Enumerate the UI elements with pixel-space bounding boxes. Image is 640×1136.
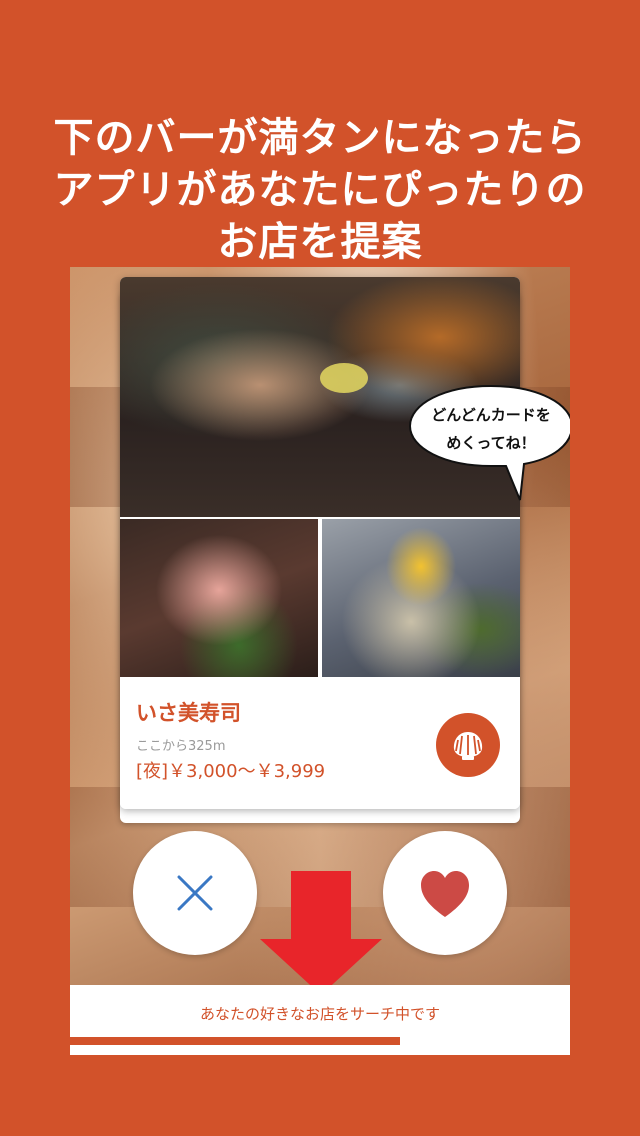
speech-bubble: どんどんカードを めくってね！: [408, 382, 570, 504]
shop-distance: ここから325m: [136, 739, 226, 754]
shop-name: いさ美寿司: [136, 701, 241, 725]
dislike-button[interactable]: [133, 831, 257, 955]
card-stack: いさ美寿司 ここから325m [夜]￥3,000〜￥3,999: [120, 277, 520, 825]
search-progress-fill: [70, 1037, 400, 1045]
headline-line-3: お店を提案: [217, 219, 423, 265]
heart-icon: [421, 871, 469, 917]
bubble-line-1: どんどんカードを: [431, 406, 551, 424]
search-progress-bar: [70, 1037, 570, 1045]
like-button[interactable]: [383, 831, 507, 955]
bubble-line-2: めくってね！: [446, 434, 536, 452]
restaurant-photo-oysters: [322, 519, 520, 677]
shop-price: [夜]￥3,000〜￥3,999: [136, 761, 326, 782]
shell-icon: [436, 713, 500, 777]
restaurant-card[interactable]: いさ美寿司 ここから325m [夜]￥3,000〜￥3,999: [120, 277, 520, 809]
restaurant-info: いさ美寿司 ここから325m [夜]￥3,000〜￥3,999: [120, 677, 520, 809]
search-status-text: あなたの好きなお店をサーチ中です: [199, 1005, 440, 1023]
search-status-bar: あなたの好きなお店をサーチ中です: [70, 985, 570, 1055]
close-icon: [177, 875, 213, 911]
phone-screen: いさ美寿司 ここから325m [夜]￥3,000〜￥3,999 どんどんカードを…: [70, 267, 570, 1055]
down-arrow-icon: [260, 871, 382, 995]
headline-line-2: アプリがあなたにぴったりの: [53, 167, 587, 213]
headline-line-1: 下のバーが満タンになったら: [53, 115, 587, 161]
restaurant-photo-sashimi: [120, 519, 318, 677]
promo-headline: 下のバーが満タンになったら アプリがあなたにぴったりの お店を提案: [0, 112, 640, 268]
